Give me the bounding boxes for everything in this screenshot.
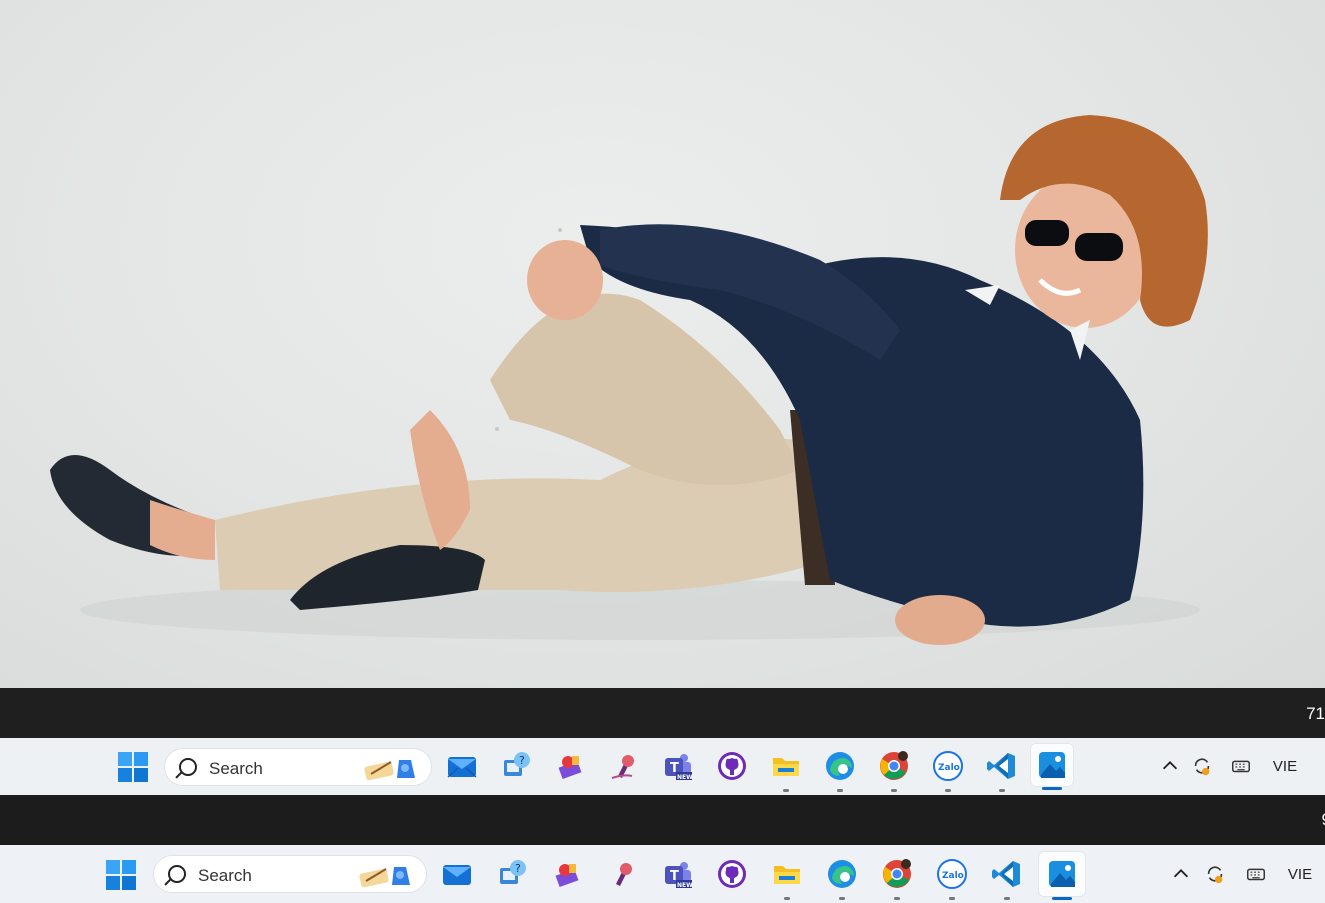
help-app-icon[interactable]: ?	[494, 744, 538, 788]
search-label: Search	[209, 759, 263, 778]
screen-strip: 9	[0, 795, 1325, 845]
help-app-icon[interactable]: ?	[490, 852, 534, 896]
running-indicator	[999, 789, 1005, 792]
start-button[interactable]	[118, 752, 148, 782]
running-indicator	[891, 789, 897, 792]
keyboard-icon[interactable]	[1222, 755, 1260, 777]
strip-number: 71	[1306, 704, 1325, 723]
zalo-icon[interactable]: Zalo	[930, 852, 974, 900]
running-indicator	[837, 789, 843, 792]
running-indicator	[1004, 897, 1010, 900]
vscode-icon[interactable]	[985, 852, 1029, 900]
sync-icon[interactable]	[1182, 755, 1222, 777]
svg-text:NEW: NEW	[677, 882, 693, 889]
vscode-icon[interactable]	[980, 744, 1024, 792]
photo-viewer	[0, 0, 1325, 688]
running-indicator	[783, 789, 789, 792]
mail-icon[interactable]	[435, 852, 479, 896]
running-indicator	[839, 897, 845, 900]
github-icon[interactable]	[710, 852, 754, 896]
pen-app-icon[interactable]	[600, 852, 644, 896]
photo-marker	[558, 228, 562, 232]
mail-icon[interactable]	[440, 744, 484, 788]
pen-app-icon[interactable]	[602, 744, 646, 788]
chrome-icon[interactable]	[872, 744, 916, 792]
taskbar: Search ? T NEW Zalo VIE	[0, 845, 1325, 903]
paint-3d-icon[interactable]	[548, 744, 592, 788]
chevron-up-icon[interactable]	[1158, 755, 1182, 777]
search-highlight-icon	[364, 760, 415, 781]
file-explorer-icon[interactable]	[765, 852, 809, 900]
edge-icon[interactable]	[820, 852, 864, 900]
edge-icon[interactable]	[818, 744, 862, 792]
sync-icon[interactable]	[1194, 863, 1236, 885]
search-label: Search	[198, 866, 252, 885]
running-indicator	[894, 897, 900, 900]
language-indicator[interactable]: VIE	[1260, 758, 1310, 775]
running-indicator	[949, 897, 955, 900]
svg-text:Zalo: Zalo	[942, 871, 964, 881]
taskbar: Search ? T NEW Zalo VIE	[0, 738, 1325, 795]
svg-text:?: ?	[515, 862, 521, 875]
photos-icon[interactable]	[1038, 851, 1086, 900]
file-explorer-icon[interactable]	[764, 744, 808, 792]
search-box[interactable]: Search	[153, 855, 427, 893]
svg-text:NEW: NEW	[677, 774, 693, 781]
svg-text:Zalo: Zalo	[938, 763, 960, 773]
language-indicator[interactable]: VIE	[1276, 866, 1324, 883]
paint-3d-icon[interactable]	[545, 852, 589, 896]
search-highlight-icon	[359, 867, 410, 888]
strip-number: 9	[1322, 810, 1325, 830]
search-icon	[179, 758, 197, 776]
chevron-up-icon[interactable]	[1168, 863, 1194, 885]
photo-image	[50, 115, 1208, 645]
svg-text:?: ?	[519, 754, 525, 767]
start-button[interactable]	[106, 860, 136, 890]
keyboard-icon[interactable]	[1236, 863, 1276, 885]
system-tray: VIE	[1168, 854, 1324, 894]
teams-new-icon[interactable]: T NEW	[656, 744, 700, 788]
chrome-icon[interactable]	[875, 852, 919, 900]
running-indicator	[945, 789, 951, 792]
github-icon[interactable]	[710, 744, 754, 788]
active-indicator	[1052, 897, 1072, 900]
running-indicator	[784, 897, 790, 900]
teams-new-icon[interactable]: T NEW	[656, 852, 700, 896]
screen-strip: 71	[0, 688, 1325, 738]
photo-marker	[495, 427, 499, 431]
active-indicator	[1042, 787, 1062, 790]
zalo-icon[interactable]: Zalo	[926, 744, 970, 792]
system-tray: VIE	[1158, 746, 1310, 786]
photos-icon[interactable]	[1030, 743, 1074, 790]
search-icon	[168, 865, 186, 883]
search-box[interactable]: Search	[164, 748, 432, 786]
